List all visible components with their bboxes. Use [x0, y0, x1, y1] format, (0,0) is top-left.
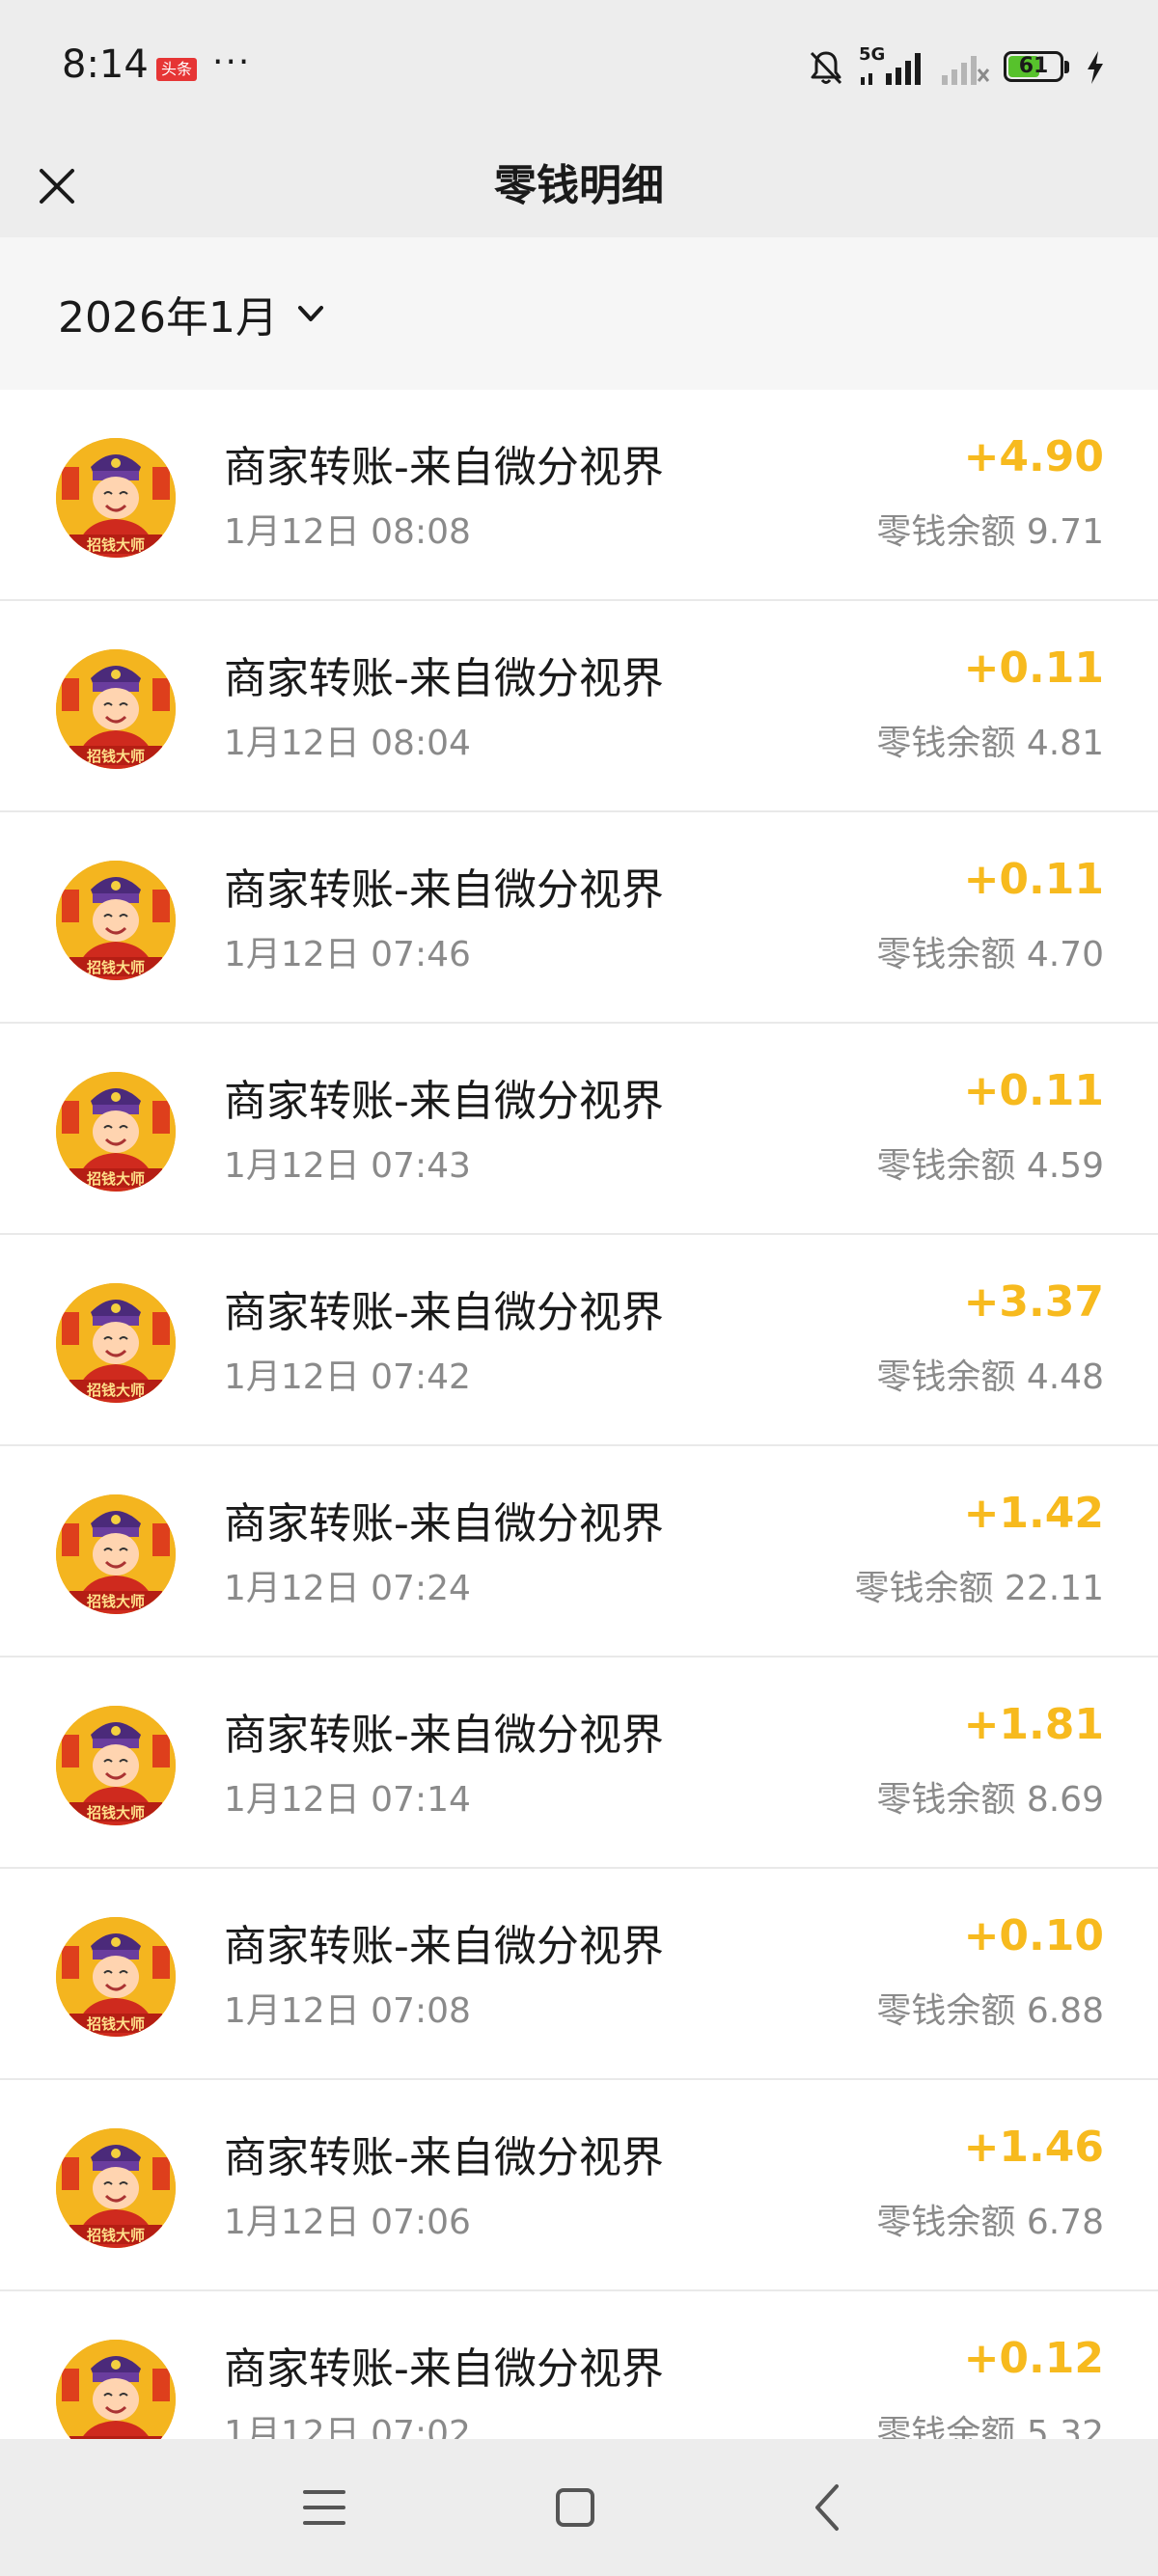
transaction-title: 商家转账-来自微分视界 — [224, 654, 664, 703]
transaction-row[interactable]: 招钱大师 商家转账-来自微分视界 1月12日 07:14 +1.81 零钱余额 … — [0, 1658, 1158, 1869]
merchant-avatar: 招钱大师 — [56, 1706, 176, 1825]
transaction-balance: 零钱余额 6.78 — [876, 2203, 1104, 2242]
more-notifications-indicator: ··· — [212, 42, 252, 82]
transaction-balance: 零钱余额 4.59 — [876, 1146, 1104, 1186]
home-button[interactable] — [541, 2474, 609, 2541]
transaction-title: 商家转账-来自微分视界 — [224, 1499, 664, 1548]
merchant-avatar: 招钱大师 — [56, 438, 176, 558]
signal-5g-icon: 5G — [859, 44, 926, 87]
status-time: 8:14 — [62, 42, 149, 87]
svg-text:招钱大师: 招钱大师 — [87, 2227, 145, 2244]
back-button[interactable] — [793, 2474, 861, 2541]
svg-text:招钱大师: 招钱大师 — [87, 748, 145, 765]
close-icon — [40, 169, 74, 204]
transaction-time: 1月12日 07:42 — [224, 1357, 471, 1397]
chevron-down-icon — [297, 306, 323, 321]
merchant-avatar: 招钱大师 — [56, 649, 176, 769]
charging-icon — [1085, 50, 1106, 85]
close-button[interactable] — [25, 154, 89, 218]
transaction-row[interactable]: 招钱大师 商家转账-来自微分视界 1月12日 07:24 +1.42 零钱余额 … — [0, 1446, 1158, 1658]
transaction-row[interactable]: 招钱大师 商家转账-来自微分视界 1月12日 07:42 +3.37 零钱余额 … — [0, 1235, 1158, 1446]
home-icon — [556, 2488, 594, 2527]
transaction-time: 1月12日 07:43 — [224, 1146, 471, 1186]
battery-icon: 61 — [1004, 51, 1071, 84]
transaction-title: 商家转账-来自微分视界 — [224, 1922, 664, 1971]
transaction-title: 商家转账-来自微分视界 — [224, 1711, 664, 1760]
transaction-balance: 零钱余额 6.88 — [876, 1991, 1104, 2031]
transaction-title: 商家转账-来自微分视界 — [224, 443, 664, 492]
svg-text:招钱大师: 招钱大师 — [87, 1170, 145, 1188]
status-indicators: 5G 61 — [807, 44, 1106, 87]
month-label: 2026年1月 — [58, 293, 278, 343]
transaction-balance: 零钱余额 5.32 — [876, 2414, 1104, 2439]
transaction-amount: +1.42 — [963, 1489, 1104, 1538]
transaction-balance: 零钱余额 4.70 — [876, 935, 1104, 974]
transaction-amount: +1.46 — [963, 2123, 1104, 2172]
svg-text:招钱大师: 招钱大师 — [87, 536, 145, 554]
transaction-row[interactable]: 招钱大师 商家转账-来自微分视界 1月12日 07:46 +0.11 零钱余额 … — [0, 812, 1158, 1024]
transaction-time: 1月12日 07:46 — [224, 935, 471, 974]
transaction-balance: 零钱余额 8.69 — [876, 1780, 1104, 1820]
transaction-title: 商家转账-来自微分视界 — [224, 2133, 664, 2182]
svg-text:招钱大师: 招钱大师 — [87, 2015, 145, 2033]
bell-muted-icon — [807, 48, 845, 87]
merchant-avatar: 招钱大师 — [56, 1283, 176, 1403]
transaction-time: 1月12日 07:02 — [224, 2414, 471, 2439]
merchant-avatar: 招钱大师 — [56, 2128, 176, 2248]
month-selector[interactable]: 2026年1月 — [58, 282, 326, 345]
page-title: 零钱明细 — [494, 161, 664, 210]
transaction-title: 商家转账-来自微分视界 — [224, 865, 664, 915]
transaction-amount: +1.81 — [963, 1700, 1104, 1749]
navigation-bar: 零钱明细 — [0, 135, 1158, 237]
system-navigation-bar — [0, 2439, 1158, 2576]
signal-secondary-icon — [940, 48, 990, 87]
merchant-avatar: 招钱大师 — [56, 2340, 176, 2439]
battery-percentage: 61 — [1018, 54, 1049, 78]
transaction-amount: +3.37 — [963, 1277, 1104, 1327]
transaction-amount: +0.11 — [963, 644, 1104, 693]
transaction-row[interactable]: 招钱大师 商家转账-来自微分视界 1月12日 07:08 +0.10 零钱余额 … — [0, 1869, 1158, 2080]
transaction-time: 1月12日 07:24 — [224, 1569, 471, 1608]
transaction-row[interactable]: 招钱大师 商家转账-来自微分视界 1月12日 08:04 +0.11 零钱余额 … — [0, 601, 1158, 812]
menu-icon — [303, 2490, 345, 2525]
merchant-avatar: 招钱大师 — [56, 1494, 176, 1614]
transaction-time: 1月12日 08:08 — [224, 512, 471, 552]
transaction-time: 1月12日 08:04 — [224, 724, 471, 763]
transaction-title: 商家转账-来自微分视界 — [224, 2344, 664, 2394]
transaction-title: 商家转账-来自微分视界 — [224, 1288, 664, 1337]
transaction-balance: 零钱余额 4.81 — [876, 724, 1104, 763]
transaction-time: 1月12日 07:06 — [224, 2203, 471, 2242]
transaction-amount: +0.11 — [963, 1066, 1104, 1115]
merchant-avatar: 招钱大师 — [56, 1072, 176, 1192]
app-notification-badge: 头条 — [156, 58, 197, 81]
merchant-avatar: 招钱大师 — [56, 861, 176, 980]
back-icon — [815, 2484, 839, 2531]
merchant-avatar: 招钱大师 — [56, 1917, 176, 2037]
svg-text:招钱大师: 招钱大师 — [87, 1804, 145, 1822]
transaction-balance: 零钱余额 4.48 — [876, 1357, 1104, 1397]
transaction-amount: +4.90 — [963, 432, 1104, 481]
transaction-amount: +0.10 — [963, 1911, 1104, 1960]
transaction-row[interactable]: 招钱大师 商家转账-来自微分视界 1月12日 07:02 +0.12 零钱余额 … — [0, 2291, 1158, 2439]
svg-text:招钱大师: 招钱大师 — [87, 1593, 145, 1610]
transaction-balance: 零钱余额 9.71 — [876, 512, 1104, 552]
transaction-list[interactable]: 招钱大师 商家转账-来自微分视界 1月12日 08:08 +4.90 零钱余额 … — [0, 390, 1158, 2439]
transaction-time: 1月12日 07:14 — [224, 1780, 471, 1820]
transaction-time: 1月12日 07:08 — [224, 1991, 471, 2031]
transaction-row[interactable]: 招钱大师 商家转账-来自微分视界 1月12日 08:08 +4.90 零钱余额 … — [0, 390, 1158, 601]
status-bar: 8:14 头条 ··· 5G 61 — [0, 0, 1158, 135]
svg-text:招钱大师: 招钱大师 — [87, 1382, 145, 1399]
transaction-amount: +0.11 — [963, 855, 1104, 904]
transaction-title: 商家转账-来自微分视界 — [224, 1077, 664, 1126]
svg-text:招钱大师: 招钱大师 — [87, 959, 145, 976]
transaction-row[interactable]: 招钱大师 商家转账-来自微分视界 1月12日 07:43 +0.11 零钱余额 … — [0, 1024, 1158, 1235]
transaction-balance: 零钱余额 22.11 — [854, 1569, 1104, 1608]
transaction-row[interactable]: 招钱大师 商家转账-来自微分视界 1月12日 07:06 +1.46 零钱余额 … — [0, 2080, 1158, 2291]
month-filter-bar: 2026年1月 — [0, 237, 1158, 390]
transaction-amount: +0.12 — [963, 2334, 1104, 2383]
menu-button[interactable] — [290, 2474, 358, 2541]
